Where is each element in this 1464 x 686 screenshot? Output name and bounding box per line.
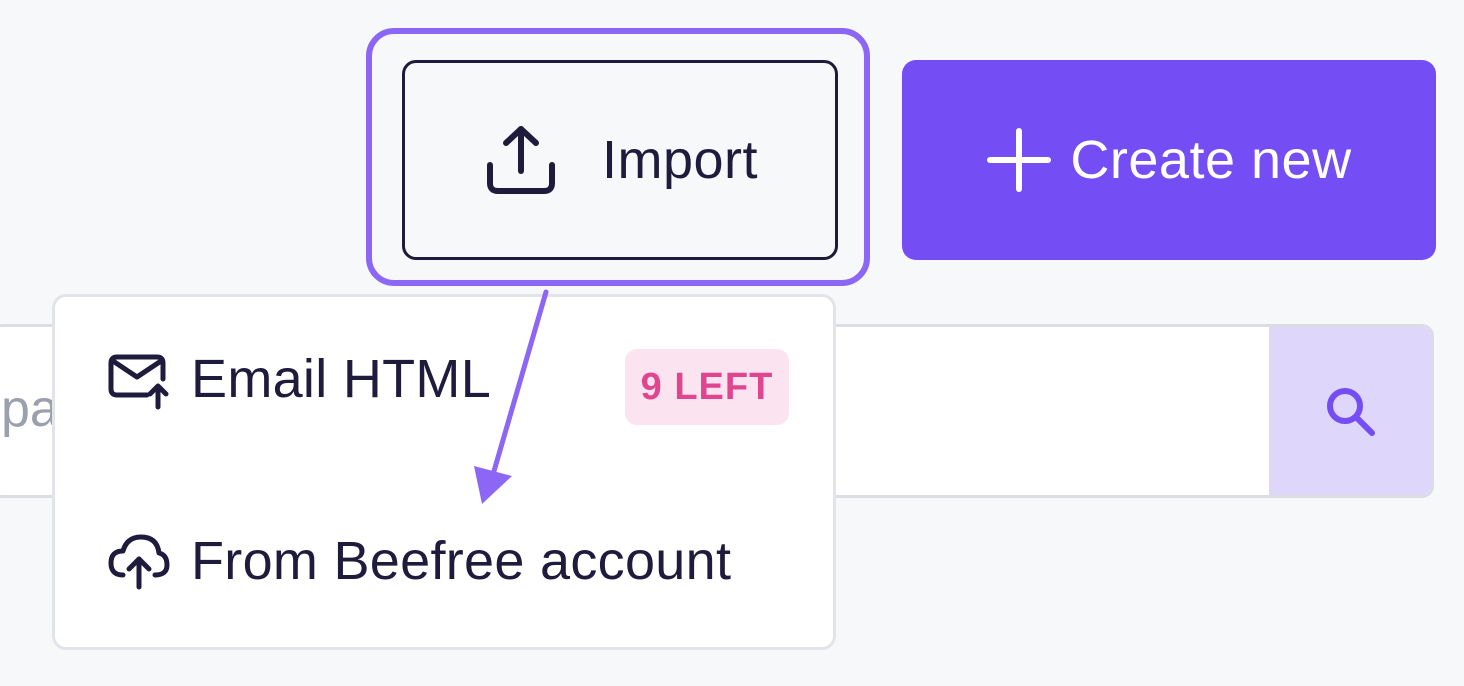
search-placeholder: pa (1, 380, 59, 438)
mail-upload-icon (107, 347, 171, 411)
menu-item-email-html-label: Email HTML (191, 349, 492, 409)
search-button[interactable] (1269, 327, 1431, 495)
import-button-label: Import (601, 130, 759, 190)
menu-item-from-beefree-account-label: From Beefree account (191, 531, 732, 591)
menu-item-email-html[interactable]: Email HTML (107, 347, 491, 411)
import-button[interactable]: Import (402, 60, 838, 260)
upload-icon (482, 121, 560, 199)
create-new-button-label: Create new (1070, 130, 1352, 190)
plus-icon (986, 127, 1052, 193)
menu-item-from-beefree-account[interactable]: From Beefree account (107, 529, 731, 593)
remaining-imports-badge: 9 LEFT (625, 349, 789, 425)
import-dropdown-menu: Email HTML 9 LEFT From Beefree account (52, 294, 836, 650)
create-new-button[interactable]: Create new (902, 60, 1436, 260)
cloud-upload-icon (107, 529, 171, 593)
search-icon (1320, 381, 1380, 441)
